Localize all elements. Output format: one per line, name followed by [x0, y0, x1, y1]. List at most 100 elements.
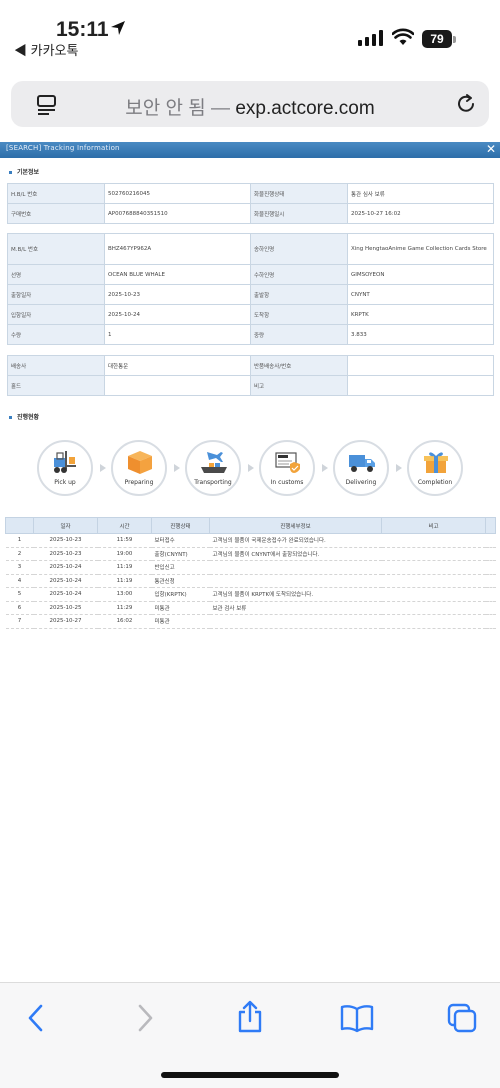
info-value: OCEAN BLUE WHALE — [104, 264, 251, 285]
history-cell-time: 16:02 — [97, 614, 152, 629]
info-label: 수량 — [7, 324, 105, 345]
history-cell-no: 4 — [5, 574, 34, 588]
url-domain: exp.actcore.com — [235, 98, 375, 119]
history-cell-no: 3 — [5, 560, 34, 575]
info-value: GIMSOYEON — [347, 264, 494, 285]
info-label: 배송사 — [7, 355, 105, 376]
bookmarks-icon[interactable] — [340, 1003, 374, 1033]
section-basic-title: 기본정보 — [17, 169, 40, 176]
history-cell-state: 보터접수 — [151, 533, 210, 548]
history-cell-spacer — [485, 574, 496, 588]
history-cell-note — [381, 574, 486, 588]
tabs-icon[interactable] — [447, 1003, 477, 1033]
section-progress: 진행현황 — [9, 412, 39, 421]
url-separator: — — [205, 98, 236, 119]
step-arrow — [174, 464, 180, 472]
battery-level: 79 — [422, 30, 452, 48]
info-label: 화물진행일시 — [250, 203, 348, 224]
history-header-row: 일자 시간 진행상태 진행세부정보 비고 — [5, 517, 496, 534]
history-cell-state: 출항(CNYNT) — [151, 547, 210, 561]
info-row: 수량 1 중량 3.833 — [7, 324, 494, 345]
info-label: H.B/L 번호 — [7, 183, 105, 204]
step-preparing: Preparing — [111, 440, 167, 496]
info-value: 1 — [104, 324, 251, 345]
bullet-icon — [9, 416, 12, 419]
address-bar[interactable]: 보안 안 됨 — exp.actcore.com — [11, 81, 489, 127]
reload-icon[interactable] — [455, 93, 477, 115]
share-icon[interactable] — [236, 1000, 264, 1034]
history-cell-time: 11:59 — [97, 533, 152, 548]
step-label: Completion — [417, 479, 453, 486]
info-label: 입항일자 — [7, 304, 105, 325]
back-icon[interactable] — [26, 1003, 46, 1033]
history-row: 6 2025-10-25 11:29 미통관 보관 검사 보류 — [5, 601, 496, 615]
forward-icon[interactable] — [135, 1003, 155, 1033]
history-cell-spacer — [485, 533, 496, 548]
history-cell-state: 통관신청 — [151, 574, 210, 588]
info-label: 반품배송사/번호 — [250, 355, 348, 376]
history-cell-no: 2 — [5, 547, 34, 561]
history-cell-state: 반입신고 — [151, 560, 210, 575]
history-cell-detail: 고객님의 물품이 국제운송접수가 완료되었습니다. — [209, 533, 382, 548]
basic-info-table-3: 배송사 대한통운 반품배송사/번호 홀드 비고 — [7, 355, 494, 396]
info-label: 비고 — [250, 375, 348, 396]
step-label: Transporting — [194, 479, 232, 486]
gift-icon — [424, 452, 448, 473]
box-icon — [128, 451, 152, 474]
history-cell-time: 13:00 — [97, 587, 152, 602]
home-indicator[interactable] — [161, 1072, 339, 1078]
step-arrow — [322, 464, 328, 472]
info-value: 2025-10-23 — [104, 284, 251, 305]
history-row: 7 2025-10-27 16:02 미통관 — [5, 614, 496, 629]
history-cell-note — [381, 560, 486, 575]
info-value: AP007688840351510 — [104, 203, 251, 224]
history-cell-no: 7 — [5, 614, 34, 629]
info-row: 구매번호 AP007688840351510 화물진행일시 2025-10-27 16… — [7, 203, 494, 224]
info-label: 출발항 — [250, 284, 348, 305]
truck-icon — [349, 455, 375, 472]
close-icon[interactable]: ✕ — [486, 142, 496, 156]
history-cell-note — [381, 587, 486, 602]
status-bar: 15:11 ◀ 카카오톡 79 — [0, 0, 500, 60]
step-transporting: Transporting — [185, 440, 241, 496]
history-cell-note — [381, 547, 486, 561]
history-cell-spacer — [485, 601, 496, 615]
history-cell-state: 미통관 — [151, 601, 210, 615]
history-row: 3 2025-10-24 11:19 반입신고 — [5, 560, 496, 575]
history-cell-spacer — [485, 587, 496, 602]
history-cell-note — [381, 601, 486, 615]
info-label: 홀드 — [7, 375, 105, 396]
info-label: 송하인명 — [250, 233, 348, 265]
info-value — [347, 375, 494, 396]
info-value: BHZ467YP962A — [104, 233, 251, 265]
history-header-spacer — [485, 517, 496, 534]
history-cell-date: 2025-10-24 — [33, 560, 98, 575]
history-header-note: 비고 — [381, 517, 486, 534]
back-to-app-link[interactable]: ◀ 카카오톡 — [14, 40, 78, 59]
info-label: 출항일자 — [7, 284, 105, 305]
status-time: 15:11 — [56, 18, 109, 41]
info-label: 중량 — [250, 324, 348, 345]
info-value: 통관 심사 보류 — [347, 183, 494, 204]
info-label: 수하인명 — [250, 264, 348, 285]
info-label: 도착항 — [250, 304, 348, 325]
step-in-customs: In customs — [259, 440, 315, 496]
location-arrow-icon — [111, 21, 125, 35]
history-cell-time: 11:19 — [97, 574, 152, 588]
history-cell-spacer — [485, 547, 496, 561]
history-cell-note — [381, 614, 486, 629]
battery-tip — [453, 36, 456, 43]
history-cell-date: 2025-10-27 — [33, 614, 98, 629]
info-row: 출항일자 2025-10-23 출발항 CNYNT — [7, 284, 494, 305]
url-text[interactable]: 보안 안 됨 — exp.actcore.com — [11, 93, 489, 120]
history-cell-no: 1 — [5, 533, 34, 548]
history-cell-state: 미통관 — [151, 614, 210, 629]
history-row: 1 2025-10-23 11:59 보터접수 고객님의 물품이 국제운송접수가 완료되… — [5, 533, 496, 548]
info-value — [104, 375, 251, 396]
history-cell-time: 19:00 — [97, 547, 152, 561]
step-label: Delivering — [345, 479, 377, 486]
step-delivering: Delivering — [333, 440, 389, 496]
wifi-icon — [392, 28, 414, 45]
step-pick-up: Pick up — [37, 440, 93, 496]
window-title: [SEARCH] Tracking Information — [6, 144, 120, 152]
